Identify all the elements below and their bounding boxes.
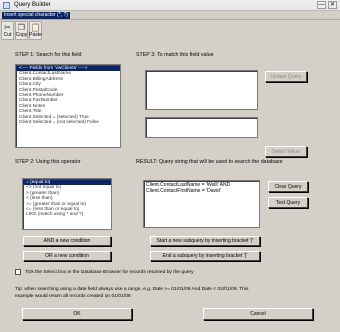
copy-button[interactable]: ❐ Copy <box>15 21 28 40</box>
title-bar: Query Builder — ✕ <box>0 0 340 11</box>
operator-listbox[interactable]: = (equal to) <> (not equal to) > (greater … <box>22 178 112 230</box>
cut-label: Cut <box>3 32 12 38</box>
cut-button[interactable]: ✂ Cut <box>1 21 14 40</box>
end-subquery-button[interactable]: End a subquery by inserting bracket ')' <box>150 251 260 261</box>
clear-query-button[interactable]: Clear Query <box>268 181 308 192</box>
toolbar: ✂ Cut ❐ Copy 📋 Paste <box>1 21 42 40</box>
copy-icon: ❐ <box>17 23 26 32</box>
field-listbox[interactable]: <---- Fields from 'vwClients' ----> Clien… <box>15 64 121 148</box>
scissors-icon: ✂ <box>4 23 11 32</box>
step1-label: STEP 1: Search for this field <box>15 52 82 58</box>
select-box-label: Tick the Select box in the Database Brow… <box>25 270 194 275</box>
query-string-text: Client.ContactLastName = 'Weill' AND Cli… <box>146 182 231 194</box>
paste-icon: 📋 <box>30 23 41 32</box>
update-query-button[interactable]: Update Query <box>265 71 307 82</box>
tip-line-2: example would return all records created… <box>15 294 131 299</box>
app-icon <box>3 2 10 9</box>
start-subquery-button[interactable]: Start a new subquery by inserting bracke… <box>150 236 260 246</box>
paste-label: Paste <box>29 32 42 38</box>
tip-line-1: Tip: when searching using a date field a… <box>15 287 249 292</box>
window-controls: — ✕ <box>317 1 337 9</box>
or-condition-button[interactable]: OR a new condition <box>23 251 111 261</box>
test-query-button[interactable]: Test Query <box>268 197 308 208</box>
and-condition-button[interactable]: AND a new condition <box>23 236 111 246</box>
close-button[interactable]: ✕ <box>328 1 337 9</box>
cancel-button[interactable]: Cancel <box>203 308 313 320</box>
ok-button[interactable]: OK <box>22 308 132 320</box>
select-value-button[interactable]: Select Value <box>265 146 307 157</box>
result-label: RESULT: Query string that will be used t… <box>136 159 283 165</box>
window-title: Query Builder <box>14 2 51 8</box>
operator-list-item[interactable]: LIKE (match using * and ?) <box>23 212 111 217</box>
menu-bar: Insert special character (*, ?) <box>0 11 340 20</box>
match-value-input[interactable] <box>145 70 258 110</box>
paste-button[interactable]: 📋 Paste <box>29 21 42 40</box>
copy-label: Copy <box>15 32 28 38</box>
menu-insert-special-character[interactable]: Insert special character (*, ?) <box>2 12 70 19</box>
minimize-button[interactable]: — <box>317 1 326 9</box>
select-box-checkbox[interactable] <box>15 269 21 275</box>
query-string-textarea[interactable]: Client.ContactLastName = 'Weill' AND Cli… <box>143 180 260 228</box>
select-value-input[interactable] <box>145 117 258 138</box>
step2-label: STEP 2: Using this operator <box>15 159 81 165</box>
field-list-item[interactable]: Client.Selected = (not selected) False <box>16 120 120 125</box>
step3-label: STEP 3: To match this field value <box>136 52 214 58</box>
